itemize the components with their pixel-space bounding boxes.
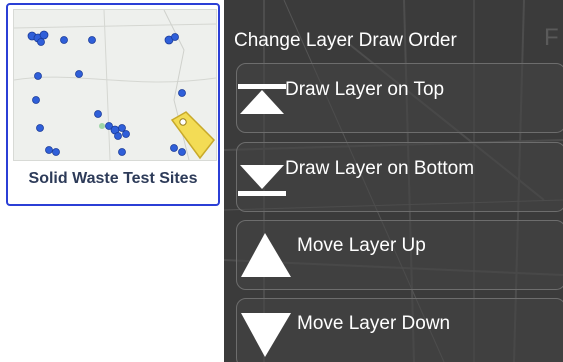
move-layer-down-label: Move Layer Down <box>297 313 451 334</box>
layer-thumbnail-card[interactable]: Solid Waste Test Sites <box>6 3 220 206</box>
move-layer-up-label: Move Layer Up <box>297 235 426 256</box>
arrow-up-icon <box>241 233 291 277</box>
draw-layer-on-top-button[interactable]: Draw Layer on Top <box>236 63 563 133</box>
layer-draw-order-menu: F Change Layer Draw Order Draw Layer on … <box>224 0 563 362</box>
draw-layer-on-bottom-button[interactable]: Draw Layer on Bottom <box>236 142 563 212</box>
move-layer-down-button[interactable]: Move Layer Down <box>236 298 563 362</box>
layer-map-preview <box>13 9 217 161</box>
menu-title: Change Layer Draw Order <box>234 30 457 51</box>
bring-to-top-icon <box>238 84 286 114</box>
svg-text:F: F <box>544 24 559 51</box>
draw-layer-on-top-label: Draw Layer on Top <box>285 79 445 100</box>
draw-layer-on-bottom-label: Draw Layer on Bottom <box>285 158 475 179</box>
send-to-bottom-icon <box>238 165 286 196</box>
tag-icon <box>170 111 215 160</box>
layer-title: Solid Waste Test Sites <box>28 170 198 187</box>
arrow-down-icon <box>241 313 291 357</box>
move-layer-up-button[interactable]: Move Layer Up <box>236 220 563 290</box>
